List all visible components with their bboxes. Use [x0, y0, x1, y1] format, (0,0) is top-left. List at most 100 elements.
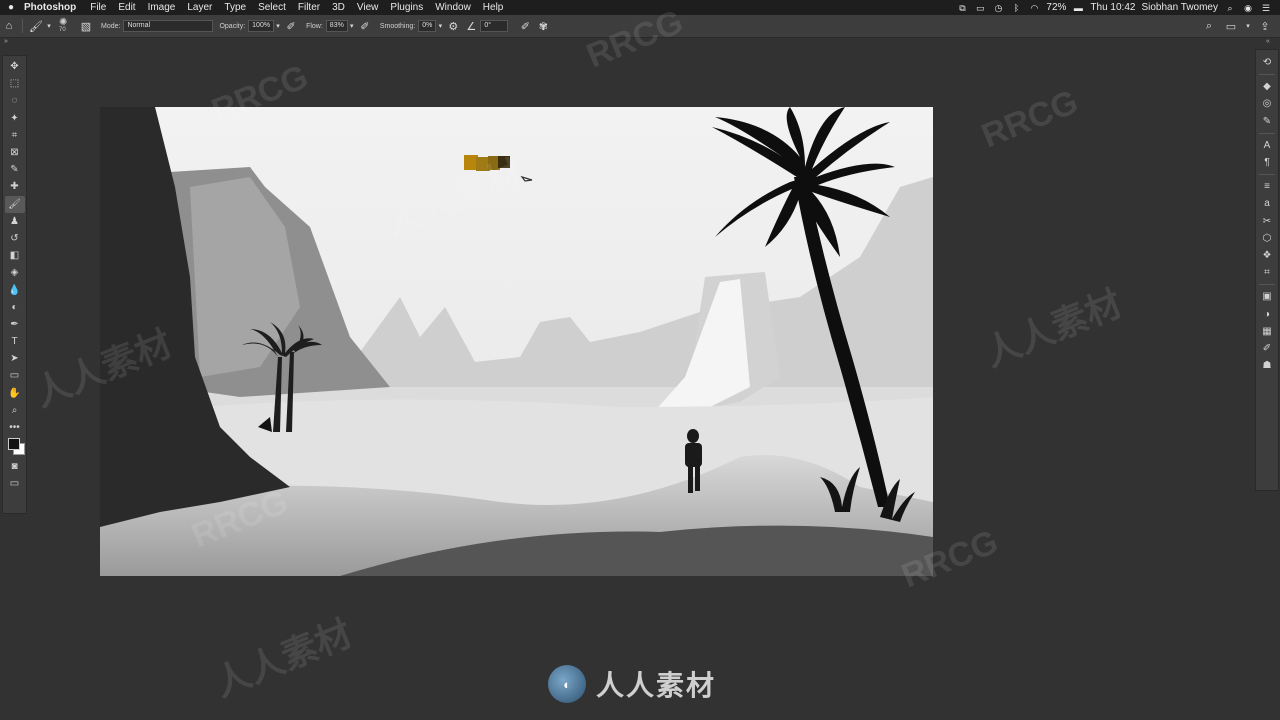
more-tools-icon[interactable]: ••• — [5, 419, 25, 436]
clock[interactable]: Thu 10:42 — [1090, 2, 1135, 13]
crop-tool-icon[interactable]: ⌗ — [5, 127, 25, 144]
home-icon[interactable]: ⌂ — [0, 17, 18, 35]
pen-tool-icon[interactable]: ✒ — [5, 316, 25, 333]
menu-help[interactable]: Help — [477, 2, 510, 13]
channels-icon[interactable]: ◎ — [1257, 95, 1277, 112]
menu-edit[interactable]: Edit — [112, 2, 141, 13]
history-icon[interactable]: ⟲ — [1257, 54, 1277, 71]
menu-layer[interactable]: Layer — [181, 2, 218, 13]
color-swatches[interactable] — [5, 436, 25, 458]
chevron-down-icon[interactable]: ▾ — [274, 17, 282, 35]
opacity-field[interactable]: 100% — [248, 20, 275, 32]
control-center-icon[interactable]: ☰ — [1260, 3, 1272, 13]
swatches-icon[interactable]: ▦ — [1257, 323, 1277, 340]
menu-3d[interactable]: 3D — [326, 2, 351, 13]
eraser-tool-icon[interactable]: ◧ — [5, 247, 25, 264]
screen-record-icon[interactable]: ⧉ — [956, 3, 968, 13]
spotlight-search-icon[interactable]: ⌕ — [1224, 3, 1236, 13]
options-right: ⌕ ▭ ▾ ⇪ — [1200, 17, 1280, 35]
brush-tool-icon[interactable]: 🖌 — [4, 195, 25, 213]
layers-icon[interactable]: ◆ — [1257, 78, 1277, 95]
healing-brush-tool-icon[interactable]: ✚ — [5, 178, 25, 195]
navigator-icon[interactable]: ◑ — [1257, 305, 1277, 322]
document-canvas[interactable] — [100, 107, 933, 576]
styles-icon[interactable]: ❖ — [1257, 247, 1277, 264]
history-brush-tool-icon[interactable]: ↺ — [5, 230, 25, 247]
clone-stamp-tool-icon[interactable]: ♟ — [5, 213, 25, 230]
menu-filter[interactable]: Filter — [292, 2, 326, 13]
properties-icon[interactable]: ▣ — [1257, 288, 1277, 305]
type-tool-icon[interactable]: T — [5, 333, 25, 350]
frame-tool-icon[interactable]: ⊠ — [5, 144, 25, 161]
chevron-down-icon[interactable]: ▾ — [348, 17, 356, 35]
menu-type[interactable]: Type — [218, 2, 252, 13]
brush-picker[interactable]: ✺ 70 — [53, 17, 77, 35]
app-name-menu[interactable]: Photoshop — [22, 2, 84, 13]
paragraph-icon[interactable]: ¶ — [1257, 154, 1277, 171]
menu-bar: ● Photoshop File Edit Image Layer Type S… — [0, 0, 1280, 15]
magic-wand-tool-icon[interactable]: ✦ — [5, 110, 25, 127]
adjustments-icon[interactable]: ≡ — [1257, 178, 1277, 195]
bluetooth-icon[interactable]: ᛒ — [1010, 3, 1022, 13]
marquee-tool-icon[interactable]: ⬚ — [5, 75, 25, 92]
lasso-tool-icon[interactable]: ◌ — [5, 92, 25, 109]
logo-text: 人人素材 — [596, 670, 717, 701]
dodge-tool-icon[interactable]: ◐ — [5, 299, 25, 316]
rectangle-tool-icon[interactable]: ▭ — [5, 367, 25, 384]
libraries-icon[interactable]: ☗ — [1257, 357, 1277, 374]
pressure-opacity-icon[interactable]: ✐ — [282, 17, 300, 35]
eyedropper-tool-icon[interactable]: ✎ — [5, 161, 25, 178]
workspace-icon[interactable]: ▭ — [1222, 17, 1240, 35]
collapse-panels-icon[interactable]: « — [1266, 38, 1270, 45]
airbrush-icon[interactable]: ✐ — [356, 17, 374, 35]
search-icon[interactable]: ⌕ — [1200, 17, 1218, 35]
panel-dock: ⟲ ◆ ◎ ✎ A ¶ ≡ a ✂ ⬡ ❖ ⌗ ▣ ◑ ▦ ✐ ☗ — [1255, 49, 1279, 491]
smoothing-options-gear-icon[interactable]: ⚙ — [444, 17, 462, 35]
symmetry-icon[interactable]: ✾ — [534, 17, 552, 35]
brush-tool-preset-icon[interactable]: 🖌 — [27, 17, 45, 35]
chevron-down-icon[interactable]: ▾ — [45, 17, 53, 35]
menu-file[interactable]: File — [84, 2, 112, 13]
transform-icon[interactable]: ⌗ — [1257, 264, 1277, 281]
path-selection-tool-icon[interactable]: ➤ — [5, 350, 25, 367]
menu-plugins[interactable]: Plugins — [384, 2, 429, 13]
chevron-down-icon[interactable]: ▾ — [436, 17, 444, 35]
menu-image[interactable]: Image — [142, 2, 182, 13]
flow-field[interactable]: 83% — [325, 20, 348, 32]
time-machine-icon[interactable]: ◷ — [992, 3, 1004, 13]
brush-size-value: 70 — [59, 27, 66, 33]
menu-select[interactable]: Select — [252, 2, 292, 13]
divider — [1259, 174, 1275, 176]
mode-select[interactable]: Normal — [123, 20, 214, 32]
quick-mask-icon[interactable]: ◙ — [5, 458, 25, 475]
brush-settings-icon[interactable]: ✂ — [1257, 213, 1277, 230]
apple-icon[interactable]: ● — [0, 2, 22, 13]
siri-icon[interactable]: ◉ — [1242, 3, 1254, 13]
zoom-tool-icon[interactable]: ⌕ — [5, 402, 25, 419]
paths-icon[interactable]: ✎ — [1257, 113, 1277, 130]
brush-settings-panel-icon[interactable]: ▧ — [77, 17, 95, 35]
wifi-icon[interactable]: ◠ — [1028, 3, 1040, 13]
pressure-size-icon[interactable]: ✐ — [516, 17, 534, 35]
status-area: ⧉ ▭ ◷ ᛒ ◠ 72% ▬ Thu 10:42 Siobhan Twomey… — [956, 2, 1280, 13]
screen-mode-icon[interactable]: ▭ — [5, 475, 25, 492]
blur-tool-icon[interactable]: 💧 — [5, 281, 25, 298]
3d-icon[interactable]: ⬡ — [1257, 230, 1277, 247]
hand-tool-icon[interactable]: ✋ — [5, 385, 25, 402]
paint-bucket-tool-icon[interactable]: ◈ — [5, 264, 25, 281]
mirror-icon[interactable]: ▭ — [974, 3, 986, 13]
chevron-down-icon[interactable]: ▾ — [1244, 17, 1252, 35]
character-icon[interactable]: A — [1257, 137, 1277, 154]
battery-icon[interactable]: ▬ — [1072, 3, 1084, 13]
share-icon[interactable]: ⇪ — [1256, 17, 1274, 35]
smoothing-field[interactable]: 0% — [418, 20, 437, 32]
user-name[interactable]: Siobhan Twomey — [1141, 2, 1218, 13]
foreground-color[interactable] — [7, 438, 20, 451]
menu-view[interactable]: View — [351, 2, 385, 13]
collapse-toolbar-icon[interactable]: » — [4, 38, 8, 45]
glyphs-icon[interactable]: a — [1257, 195, 1277, 212]
brushes-icon[interactable]: ✐ — [1257, 340, 1277, 357]
angle-field[interactable]: 0° — [480, 20, 509, 32]
move-tool-icon[interactable]: ✥ — [5, 58, 25, 75]
menu-window[interactable]: Window — [429, 2, 477, 13]
